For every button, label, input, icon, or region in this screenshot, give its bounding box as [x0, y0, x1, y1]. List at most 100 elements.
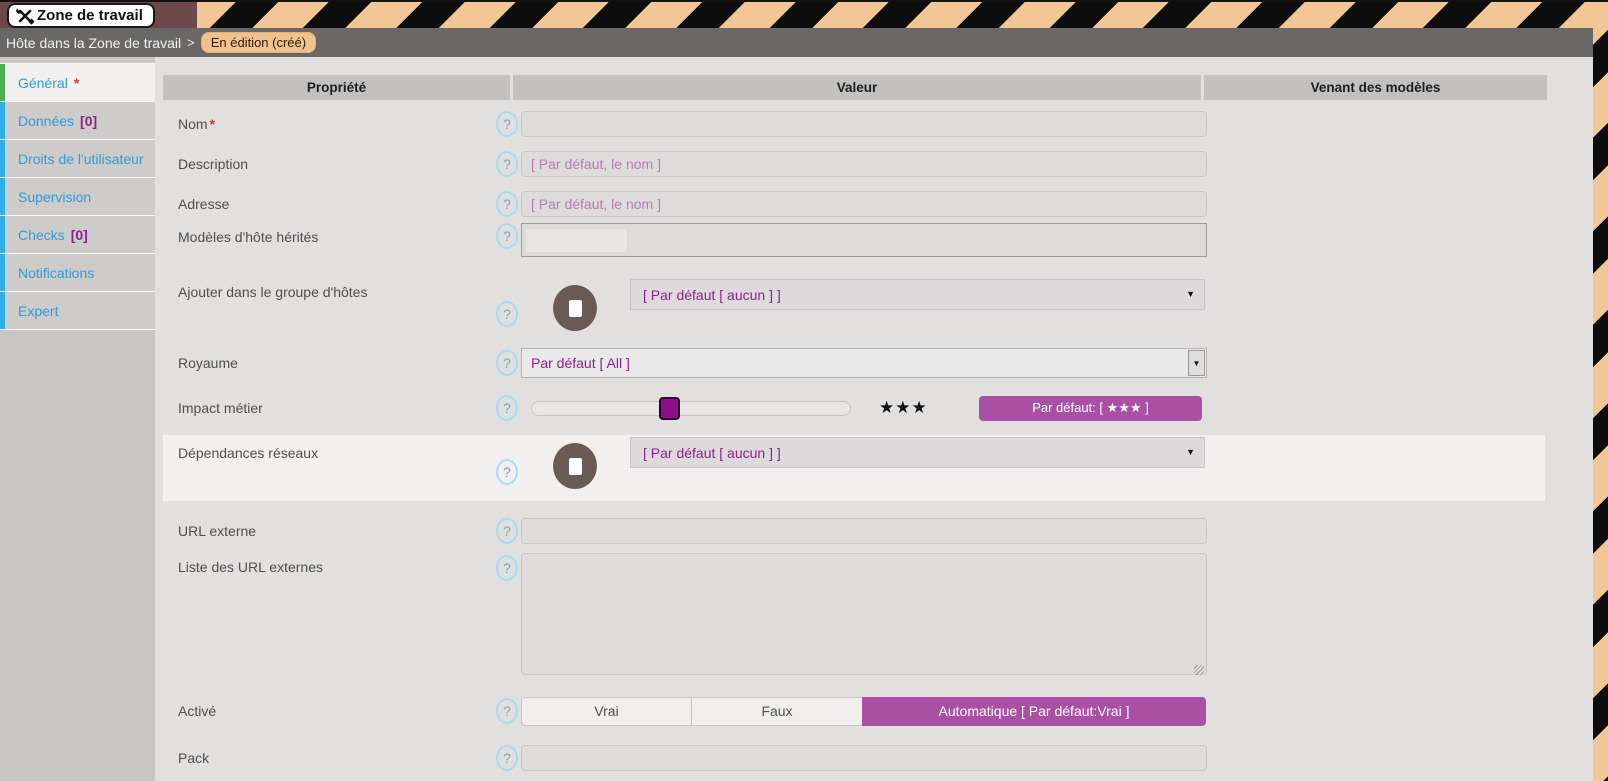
help-icon[interactable]: ?: [496, 518, 518, 544]
active-label: Activé: [171, 703, 496, 719]
dependances-dropdown-value: [ Par défaut [ aucun ] ]: [643, 445, 781, 461]
select-arrow-button[interactable]: ▼: [1188, 350, 1205, 376]
column-header-propriete: Propriété: [163, 75, 510, 100]
active-option-faux[interactable]: Faux: [691, 697, 862, 726]
help-icon[interactable]: ?: [496, 459, 518, 485]
row-adresse: Adresse ?: [163, 184, 1593, 223]
tab-donnees[interactable]: Données [0]: [0, 102, 155, 139]
row-royaume: Royaume ? Par défaut [ All ] ▼: [163, 341, 1593, 385]
tab-label: Expert: [18, 303, 58, 319]
sidebar: Général * Données [0] Droits de l'utilis…: [0, 57, 155, 781]
help-icon[interactable]: ?: [496, 111, 518, 137]
row-groupe-hotes: Ajouter dans le groupe d'hôtes ? [ Par d…: [163, 269, 1593, 341]
help-icon[interactable]: ?: [496, 223, 518, 249]
liste-url-textarea[interactable]: [521, 553, 1207, 675]
help-icon[interactable]: ?: [496, 151, 518, 177]
form-content: Propriété Valeur Venant des modèles Nom*…: [155, 57, 1593, 781]
row-pack: Pack ?: [163, 737, 1593, 779]
dependances-add-button[interactable]: [553, 443, 597, 489]
description-label: Description: [171, 156, 496, 172]
tab-general[interactable]: Général *: [0, 64, 155, 101]
impact-slider-handle[interactable]: [659, 397, 680, 420]
url-externe-label: URL externe: [171, 523, 496, 539]
impact-label: Impact métier: [171, 400, 496, 416]
adresse-label: Adresse: [171, 196, 496, 212]
active-option-vrai[interactable]: Vrai: [521, 697, 691, 726]
tab-label: Checks: [18, 227, 65, 243]
row-dependances-reseaux: Dépendances réseaux ? [ Par défaut [ auc…: [163, 435, 1545, 501]
main-area: Général * Données [0] Droits de l'utilis…: [0, 57, 1593, 781]
royaume-label: Royaume: [171, 355, 496, 371]
square-icon: [569, 458, 582, 475]
url-externe-input[interactable]: [521, 518, 1207, 544]
groupe-label: Ajouter dans le groupe d'hôtes: [171, 269, 496, 300]
help-icon[interactable]: ?: [496, 698, 518, 724]
tab-count-badge: [0]: [71, 227, 88, 243]
breadcrumb-bar: Hôte dans la Zone de travail > En éditio…: [0, 28, 1593, 57]
nom-input[interactable]: [521, 111, 1207, 137]
dependances-dropdown[interactable]: [ Par défaut [ aucun ] ] ▼: [630, 437, 1205, 468]
royaume-select[interactable]: Par défaut [ All ] ▼: [521, 348, 1207, 378]
help-icon[interactable]: ?: [496, 745, 518, 771]
top-bar: Zone de travail: [0, 0, 1608, 28]
active-option-automatique[interactable]: Automatique [ Par défaut:Vrai ]: [862, 697, 1206, 726]
groupe-dropdown-value: [ Par défaut [ aucun ] ]: [643, 287, 781, 303]
help-icon[interactable]: ?: [496, 555, 518, 581]
help-icon[interactable]: ?: [496, 350, 518, 376]
square-icon: [569, 300, 582, 317]
workspace-button-label: Zone de travail: [37, 7, 143, 24]
tab-required-marker: *: [74, 75, 79, 91]
impact-slider[interactable]: [531, 401, 851, 416]
tab-label: Supervision: [18, 189, 91, 205]
impact-stars-value: ★★★: [879, 398, 919, 418]
liste-url-label: Liste des URL externes: [171, 553, 496, 575]
table-header: Propriété Valeur Venant des modèles: [163, 75, 1593, 100]
breadcrumb[interactable]: Hôte dans la Zone de travail: [6, 35, 181, 51]
tools-icon: [15, 6, 35, 26]
tab-label: Droits de l'utilisateur: [18, 151, 144, 167]
chevron-down-icon: ▼: [1186, 289, 1195, 299]
tab-label: Général: [18, 75, 68, 91]
groupe-add-button[interactable]: [553, 285, 597, 331]
help-icon[interactable]: ?: [496, 191, 518, 217]
column-header-valeur: Valeur: [513, 75, 1201, 100]
tab-label: Données: [18, 113, 74, 129]
chevron-down-icon: ▼: [1186, 447, 1195, 457]
status-badge: En édition (créé): [201, 32, 316, 53]
description-input[interactable]: [521, 151, 1207, 177]
nom-required-marker: *: [210, 116, 215, 132]
row-description: Description ?: [163, 144, 1593, 184]
nom-label: Nom: [178, 116, 208, 132]
breadcrumb-separator: >: [187, 35, 195, 50]
tab-label: Notifications: [18, 265, 94, 281]
pack-label: Pack: [171, 750, 496, 766]
royaume-select-value: Par défaut [ All ]: [531, 355, 630, 371]
active-segmented-control: Vrai Faux Automatique [ Par défaut:Vrai …: [521, 697, 1206, 726]
help-icon[interactable]: ?: [496, 395, 518, 421]
workspace-button[interactable]: Zone de travail: [7, 3, 155, 28]
column-header-venant-modeles: Venant des modèles: [1204, 75, 1547, 100]
adresse-input[interactable]: [521, 191, 1207, 217]
pack-input[interactable]: [521, 745, 1207, 771]
row-url-externe: URL externe ?: [163, 509, 1593, 553]
tab-supervision[interactable]: Supervision: [0, 178, 155, 215]
groupe-dropdown[interactable]: [ Par défaut [ aucun ] ] ▼: [630, 279, 1205, 310]
row-impact-metier: Impact métier ? ★★★ Par défaut: [ ★★★ ]: [163, 385, 1593, 431]
row-active: Activé ? Vrai Faux Automatique [ Par déf…: [163, 685, 1593, 737]
page-background: Zone de travail Hôte dans la Zone de tra…: [0, 0, 1608, 781]
dependances-label: Dépendances réseaux: [171, 435, 496, 461]
modeles-label: Modèles d'hôte hérités: [171, 223, 496, 245]
impact-default-button[interactable]: Par défaut: [ ★★★ ]: [979, 396, 1202, 421]
chevron-down-icon: ▼: [1193, 359, 1201, 368]
tab-checks[interactable]: Checks [0]: [0, 216, 155, 253]
tab-notifications[interactable]: Notifications: [0, 254, 155, 291]
help-icon[interactable]: ?: [496, 301, 518, 327]
row-liste-url-externes: Liste des URL externes ?: [163, 553, 1593, 685]
tab-expert[interactable]: Expert: [0, 292, 155, 329]
modeles-tag-input[interactable]: [521, 223, 1207, 257]
row-modeles-hote: Modèles d'hôte hérités ?: [163, 223, 1593, 269]
tab-count-badge: [0]: [80, 113, 97, 129]
modeles-tag-field[interactable]: [525, 228, 628, 253]
row-nom: Nom* ?: [163, 104, 1593, 144]
tab-droits-utilisateur[interactable]: Droits de l'utilisateur: [0, 140, 155, 177]
